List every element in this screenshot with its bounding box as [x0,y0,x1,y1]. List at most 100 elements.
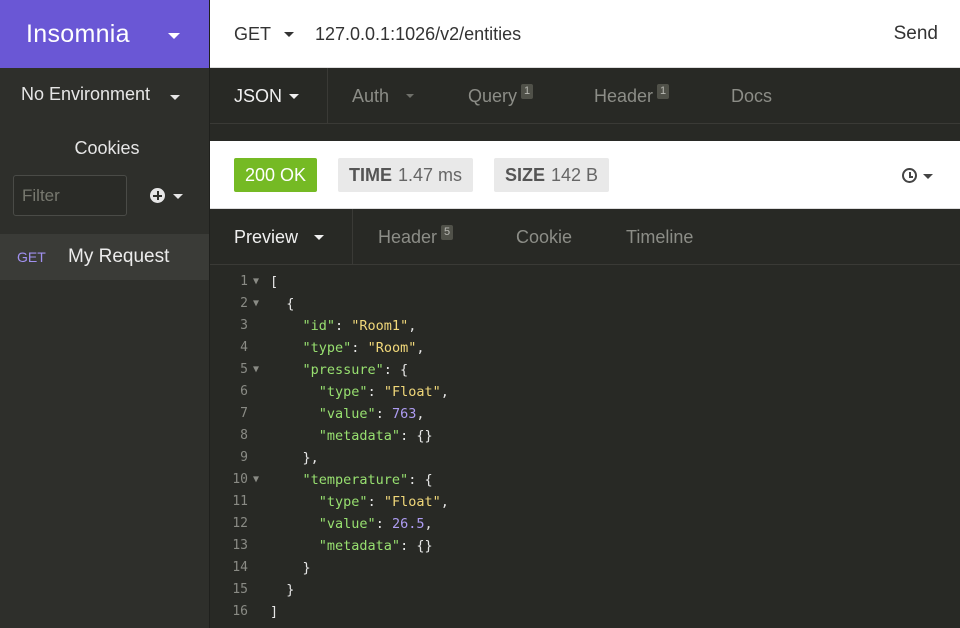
code-text: "metadata": {} [318,538,433,554]
environment-selector[interactable]: No Environment [0,68,209,120]
code-text: "value": 763, [318,406,425,422]
filter-input[interactable] [13,175,127,216]
json-number: 26.5 [391,516,425,532]
code-text: "temperature": { [302,472,433,488]
tab-label: Query [468,85,518,106]
code-line: 8 "metadata": {} [210,425,960,447]
fold-arrow-icon[interactable]: ▼ [253,271,259,293]
time-label: TIME [349,164,392,185]
chevron-down-icon [406,94,414,98]
clock-icon [902,168,917,183]
fold-arrow-icon[interactable]: ▼ [253,293,259,315]
code-text: [ [270,274,279,290]
tab-header[interactable]: Header 1 [594,68,670,124]
request-method-badge: GET [17,249,46,265]
insomnia-app: Insomnia No Environment Cookies GET My R… [0,0,960,628]
response-tabs: Preview Header 5 Cookie Timeline [210,209,960,265]
sidebar-item-my-request[interactable]: GET My Request [0,234,209,280]
code-line: 14 } [210,557,960,579]
code-line: 13 "metadata": {} [210,535,960,557]
time-badge: TIME 1.47 ms [338,158,474,192]
chevron-down-icon [170,95,180,100]
code-line: 7 "value": 763, [210,403,960,425]
tab-query[interactable]: Query 1 [468,68,534,124]
response-status-bar: 200 OK TIME 1.47 ms SIZE 142 B [210,141,960,209]
json-key: "metadata" [318,428,401,444]
code-line: 16 ] [210,601,960,623]
plus-circle-icon [150,188,165,203]
tab-cookie[interactable]: Cookie [516,209,572,265]
line-number: 7 [240,406,248,421]
code-text: ] [270,604,279,620]
line-number: 14 [232,560,248,575]
code-text: "type": "Room", [302,340,425,356]
tab-response-header[interactable]: Header 5 [378,209,454,265]
tab-body-json[interactable]: JSON [210,68,328,124]
chevron-down-icon [284,32,294,37]
code-line: 11 "type": "Float", [210,491,960,513]
line-number: 6 [240,384,248,399]
chevron-down-icon [173,194,183,199]
header-count-badge: 5 [441,224,454,240]
json-string: "Room1" [351,318,409,334]
size-badge: SIZE 142 B [494,158,610,192]
chevron-down-icon [923,174,933,179]
send-button[interactable]: Send [894,0,938,68]
code-line: 3 "id": "Room1", [210,315,960,337]
add-request-button[interactable] [150,186,186,206]
line-number: 11 [232,494,248,509]
code-text: "pressure": { [302,362,409,378]
json-key: "temperature" [302,472,409,488]
size-label: SIZE [505,164,546,185]
line-number: 16 [232,604,248,619]
url-bar: GET Send [210,0,960,68]
fold-arrow-icon[interactable]: ▼ [253,359,259,381]
code-text: { [270,296,295,312]
request-name: My Request [68,246,170,267]
code-line: 4 "type": "Room", [210,337,960,359]
code-line: 12 "value": 26.5, [210,513,960,535]
response-history-button[interactable] [902,168,934,184]
query-count-badge: 1 [521,83,534,99]
code-line: 10 ▼ "temperature": { [210,469,960,491]
code-text: "id": "Room1", [302,318,417,334]
json-key: "type" [318,384,368,400]
code-text: "value": 26.5, [318,516,433,532]
tab-docs[interactable]: Docs [731,68,772,124]
size-value: 142 B [551,164,599,185]
line-number: 10 [232,472,248,487]
line-number: 4 [240,340,248,355]
json-key: "type" [318,494,368,510]
code-text: "type": "Float", [318,384,449,400]
json-key: "metadata" [318,538,401,554]
cookies-button[interactable]: Cookies [0,128,214,168]
line-number: 2 [240,296,248,311]
method-dropdown[interactable]: GET [234,0,304,68]
tab-label: Header [378,226,438,247]
line-number: 1 [240,274,248,289]
fold-arrow-icon[interactable]: ▼ [253,469,259,491]
tab-preview[interactable]: Preview [210,209,353,265]
response-json-viewer[interactable]: 1 ▼ [ 2 ▼ { 3 "id": "Room1", 4 "type": "… [210,271,960,628]
line-number: 3 [240,318,248,333]
chevron-down-icon [168,33,180,39]
code-line: 9 }, [210,447,960,469]
request-body-area[interactable] [210,124,960,141]
line-number: 12 [232,516,248,531]
json-string: "Float" [383,384,441,400]
workspace-menu-button[interactable]: Insomnia [0,0,209,68]
json-key: "value" [318,406,376,422]
code-line: 2 ▼ { [210,293,960,315]
environment-label: No Environment [21,83,151,104]
tab-auth[interactable]: Auth [352,68,442,124]
tab-label: Header [594,85,654,106]
url-input[interactable] [315,20,855,48]
json-key: "type" [302,340,352,356]
tab-label: JSON [234,85,283,106]
tab-timeline[interactable]: Timeline [626,209,693,265]
brand-name: Insomnia [26,19,130,48]
chevron-down-icon [289,94,299,99]
status-badge: 200 OK [234,158,318,192]
chevron-down-icon [314,235,324,240]
line-number: 5 [240,362,248,377]
